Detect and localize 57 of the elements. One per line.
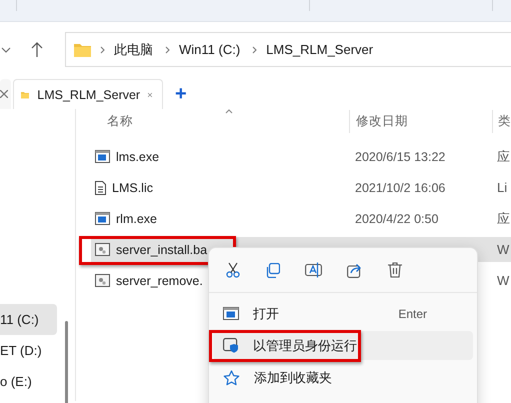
menu-item[interactable]: 以管理员身份运行 <box>213 331 473 360</box>
chevron-right-icon <box>252 46 258 54</box>
file-type: W <box>496 242 510 257</box>
file-name: server_remove. <box>116 274 203 288</box>
sidebar-item[interactable]: o (E:) <box>0 366 57 397</box>
breadcrumb[interactable]: 此电脑 <box>114 40 153 58</box>
modified-date: 2021/10/2 16:06 <box>354 180 446 194</box>
chevron-right-icon <box>100 46 105 54</box>
sidebar-item[interactable]: ET (D:) <box>0 335 57 366</box>
file-row[interactable]: lms.exe 2020/6/15 13:22 应 <box>91 141 511 172</box>
shield-window-icon <box>223 338 239 353</box>
application-icon <box>223 307 239 320</box>
sidebar-item[interactable]: 11 (C:) <box>0 304 57 335</box>
up-arrow-icon[interactable] <box>31 42 43 57</box>
file-row[interactable]: LMS.lic 2021/10/2 16:06 Li <box>91 172 511 203</box>
share-icon[interactable] <box>347 262 363 278</box>
file-type: W <box>496 273 510 288</box>
column-header[interactable]: 修改日期 <box>349 110 492 133</box>
address-bar[interactable]: 此电脑 Win11 (C:) LMS_RLM_Server <box>65 32 511 67</box>
file-type: 应 <box>496 210 510 228</box>
tab[interactable]: LMS_RLM_Server <box>13 79 163 109</box>
application-icon <box>95 150 110 163</box>
close-icon[interactable] <box>148 90 152 98</box>
tab[interactable] <box>0 79 11 109</box>
rename-icon[interactable] <box>305 262 322 278</box>
cut-icon[interactable] <box>226 262 240 278</box>
breadcrumb[interactable]: LMS_RLM_Server <box>266 42 374 57</box>
modified-date: 2020/6/15 13:22 <box>354 150 446 164</box>
chevron-right-icon <box>165 46 170 54</box>
file-name: lms.exe <box>116 150 160 164</box>
new-tab-button[interactable]: + <box>175 79 187 109</box>
scrollbar-thumb[interactable] <box>65 321 68 403</box>
gear-window-icon <box>95 274 110 287</box>
copy-icon[interactable] <box>265 262 280 278</box>
breadcrumb[interactable]: Win11 (C:) <box>179 42 240 57</box>
menu-item[interactable]: 打开 Enter <box>213 299 473 328</box>
file-type: 应 <box>496 148 510 166</box>
close-icon[interactable] <box>0 90 8 98</box>
delete-icon[interactable] <box>388 262 402 278</box>
sort-caret-icon <box>225 109 233 114</box>
file-type: Li <box>496 180 508 195</box>
column-header[interactable]: 类 <box>492 110 511 133</box>
gear-window-icon <box>95 243 110 256</box>
menu-item[interactable]: 添加到收藏夹 <box>213 363 473 392</box>
star-icon <box>223 370 240 386</box>
modified-date: 2020/4/22 0:50 <box>354 212 440 226</box>
column-header[interactable]: 名称 <box>91 113 349 130</box>
file-name: LMS.lic <box>112 180 153 194</box>
file-name: server_install.ba <box>116 242 208 256</box>
document-icon <box>95 180 106 194</box>
chevron-down-icon[interactable] <box>1 46 11 52</box>
file-row[interactable]: server_remove. W <box>91 265 511 296</box>
shortcut-hint: Enter <box>398 306 427 320</box>
application-icon <box>95 212 110 225</box>
file-name: rlm.exe <box>116 212 157 226</box>
folder-icon <box>74 42 91 56</box>
file-row[interactable]: rlm.exe 2020/4/22 0:50 应 <box>91 203 511 234</box>
